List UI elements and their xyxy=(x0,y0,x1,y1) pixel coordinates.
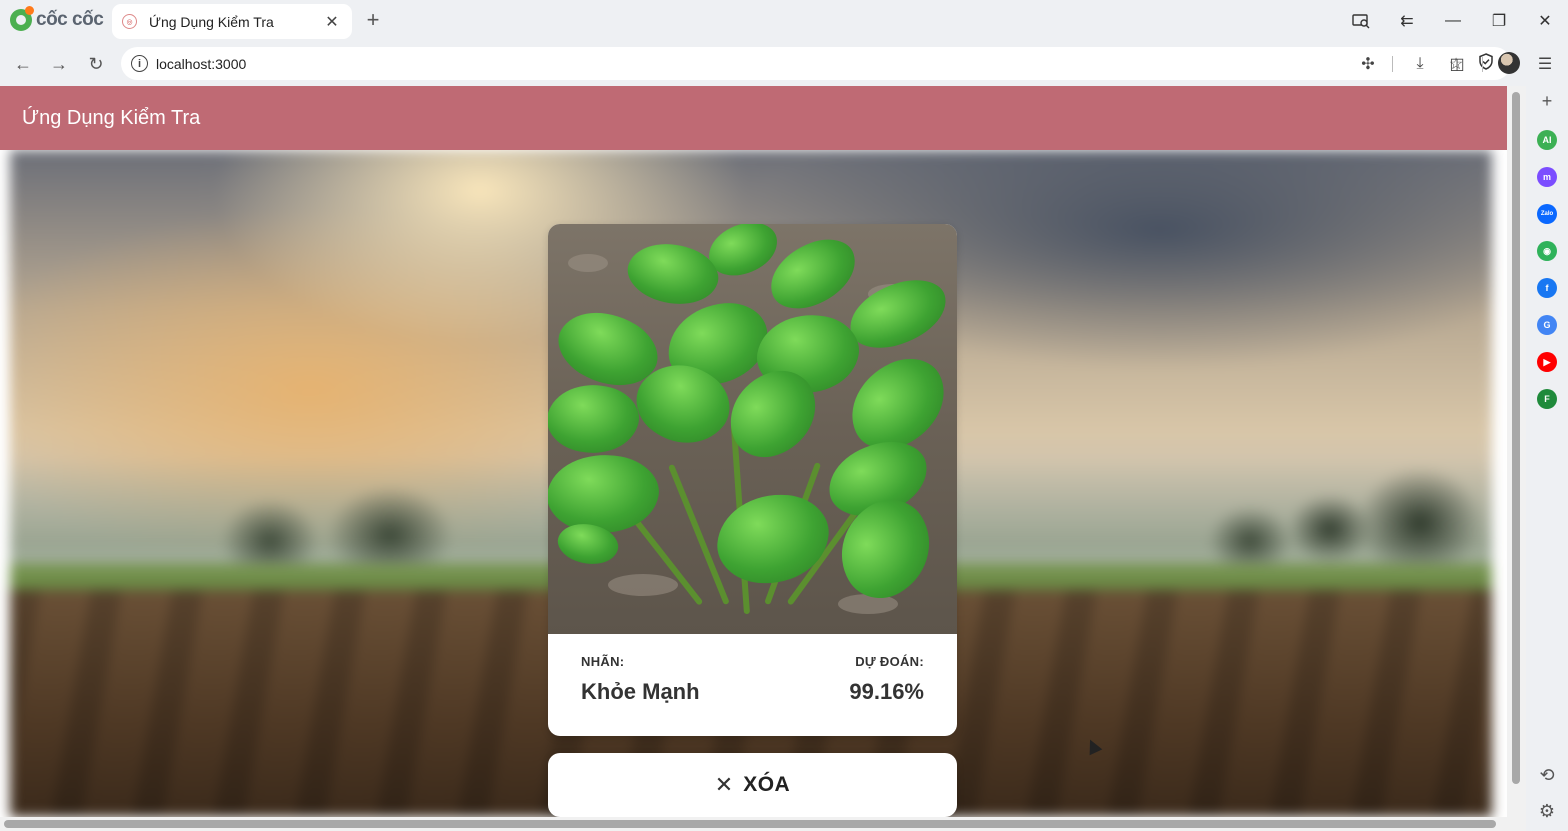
split-view-icon[interactable]: ◫ xyxy=(1445,53,1469,75)
browser-logo[interactable]: cốc cốc xyxy=(10,6,104,31)
new-tab-button[interactable]: + xyxy=(362,8,384,32)
feed-icon[interactable]: F xyxy=(1537,389,1557,409)
browser-sidebar: + AI m Zalo ◉ f G ▶ F ⟲ ⚙ xyxy=(1526,86,1568,831)
browser-brand-text: cốc cốc xyxy=(36,9,104,30)
label-value: Khỏe Mạnh xyxy=(581,679,700,704)
app-title: Ứng Dụng Kiểm Tra xyxy=(22,106,201,129)
url-text[interactable]: localhost:3000 xyxy=(156,56,1441,72)
prediction-caption: DỰ ĐOÁN: xyxy=(855,654,924,669)
minimize-button[interactable]: — xyxy=(1430,0,1476,42)
sidebar-add-icon[interactable]: + xyxy=(1536,90,1558,112)
window-controls: ⇇ — ❐ ✕ xyxy=(1338,0,1568,42)
ai-icon[interactable]: AI xyxy=(1537,130,1557,150)
clear-button[interactable]: ✕ XÓA xyxy=(548,753,957,817)
profile-avatar[interactable] xyxy=(1498,52,1520,74)
browser-toolbar: ← → ↻ i localhost:3000 ☆ ✣ ⤓ ◫ ☰ xyxy=(0,42,1568,86)
youtube-icon[interactable]: ▶ xyxy=(1537,352,1557,372)
forward-arrow-icon[interactable]: → xyxy=(45,50,73,78)
horizontal-scroll-thumb[interactable] xyxy=(4,820,1496,828)
close-icon: ✕ xyxy=(714,772,734,797)
app-header: Ứng Dụng Kiểm Tra xyxy=(0,86,1507,150)
prediction-value: 99.16% xyxy=(849,679,924,704)
result-card: NHÃN: DỰ ĐOÁN: Khỏe Mạnh 99.16% xyxy=(548,224,957,736)
facebook-icon[interactable]: f xyxy=(1537,278,1557,298)
toolbar-separator xyxy=(1482,56,1483,72)
settings-gear-icon[interactable]: ⚙ xyxy=(1536,800,1558,822)
game-icon[interactable]: ◉ xyxy=(1537,241,1557,261)
reload-icon[interactable]: ↻ xyxy=(82,50,110,78)
shield-icon[interactable] xyxy=(1471,52,1501,75)
clear-button-label: XÓA xyxy=(743,773,791,796)
history-icon[interactable]: ⟲ xyxy=(1536,764,1558,786)
tab-bar: cốc cốc ◎ Ứng Dụng Kiểm Tra ✕ + ⇇ — ❐ ✕ xyxy=(0,0,1568,42)
vertical-scroll-thumb[interactable] xyxy=(1512,92,1520,784)
address-bar[interactable]: i localhost:3000 ☆ xyxy=(121,47,1511,80)
plant-photo xyxy=(548,224,957,634)
translate-icon[interactable]: G xyxy=(1537,315,1557,335)
close-window-button[interactable]: ✕ xyxy=(1522,0,1568,42)
horizontal-scrollbar[interactable] xyxy=(0,817,1526,831)
download-icon[interactable]: ⤓ xyxy=(1408,53,1432,75)
screen-capture-icon[interactable] xyxy=(1338,0,1384,42)
tab-search-icon[interactable]: ⇇ xyxy=(1384,0,1430,42)
zalo-icon[interactable]: Zalo xyxy=(1537,204,1557,224)
tab-title: Ứng Dụng Kiểm Tra xyxy=(149,13,274,30)
site-info-icon[interactable]: i xyxy=(131,55,148,72)
tab-favicon-icon: ◎ xyxy=(122,14,137,29)
tab-active[interactable]: ◎ Ứng Dụng Kiểm Tra ✕ xyxy=(112,4,352,39)
coccoc-logo-icon xyxy=(10,6,34,31)
extensions-icon[interactable]: ✣ xyxy=(1356,53,1380,75)
result-info: NHÃN: DỰ ĐOÁN: Khỏe Mạnh 99.16% xyxy=(548,634,957,736)
toolbar-separator xyxy=(1392,56,1393,72)
back-arrow-icon[interactable]: ← xyxy=(9,50,37,78)
restore-button[interactable]: ❐ xyxy=(1476,0,1522,42)
vertical-scrollbar[interactable] xyxy=(1507,86,1526,817)
label-caption: NHÃN: xyxy=(581,654,625,669)
page-viewport: Ứng Dụng Kiểm Tra NHÃN: DỰ ĐOÁN: Khỏe Mạ… xyxy=(0,86,1507,817)
tab-close-icon[interactable]: ✕ xyxy=(322,12,342,32)
menu-icon[interactable]: ☰ xyxy=(1533,53,1557,75)
messenger-icon[interactable]: m xyxy=(1537,167,1557,187)
